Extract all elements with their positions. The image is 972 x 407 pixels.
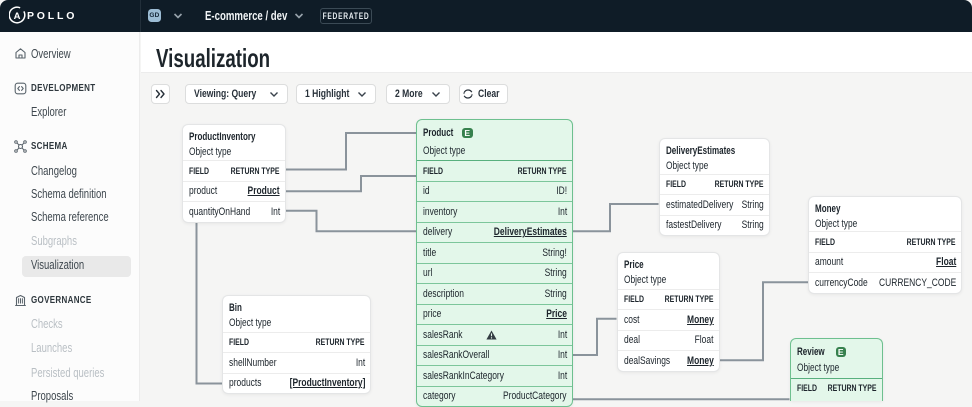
svg-text:POLLO: POLLO — [27, 10, 77, 22]
svg-text:A: A — [14, 11, 21, 22]
